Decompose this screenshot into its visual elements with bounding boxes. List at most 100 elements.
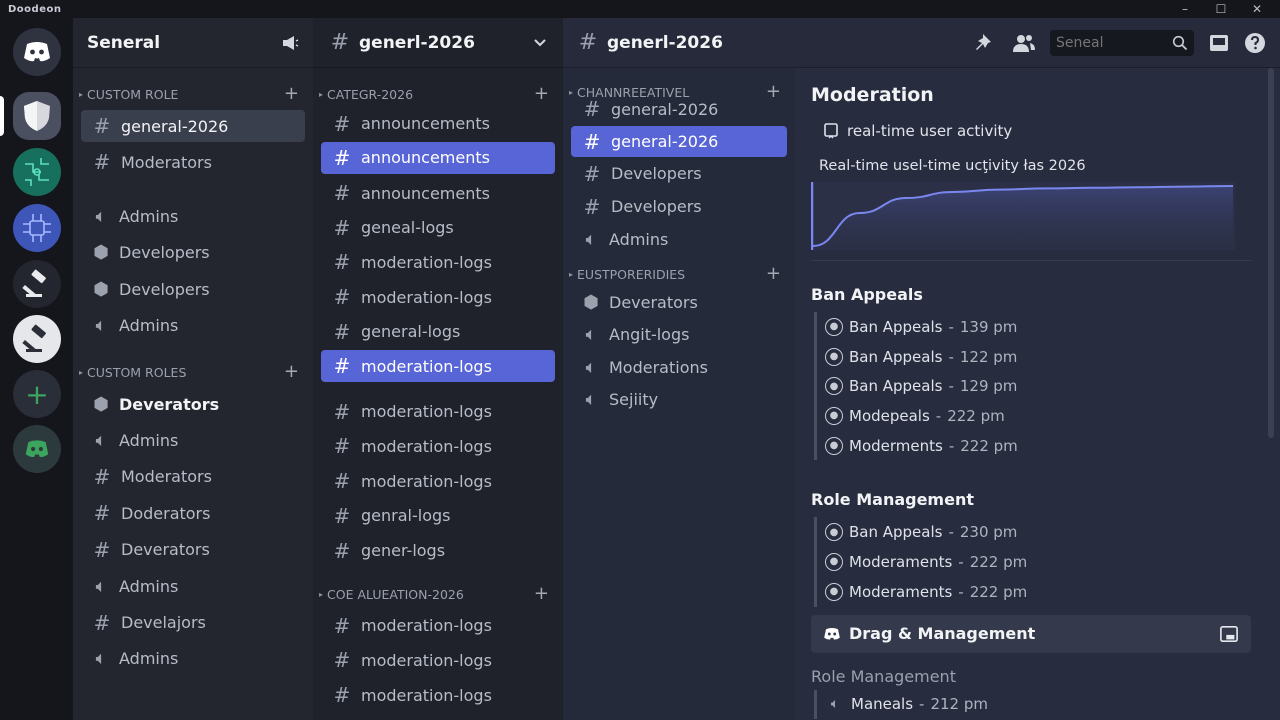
channel-item[interactable]: ⬢ Developers	[81, 235, 305, 272]
add-channel-icon[interactable]: +	[534, 585, 549, 603]
log-entry[interactable]: ● Ban Appeals - 122 pm	[825, 342, 1251, 372]
add-channel-icon[interactable]: +	[766, 83, 781, 101]
category-coe-alueation[interactable]: ▸ Coe Alueation-2026 +	[313, 582, 563, 606]
speaker-icon: 🔈︎	[95, 575, 107, 597]
channel-item[interactable]: ⬢ Deverators	[571, 286, 787, 319]
gavel-light-server-icon[interactable]	[13, 315, 61, 363]
channel-item[interactable]: # moderation-logs	[321, 350, 555, 383]
add-channel-icon[interactable]: +	[534, 85, 549, 103]
server-header[interactable]: Seneral	[73, 18, 313, 68]
chip-server-icon[interactable]	[13, 204, 61, 252]
scrollbar[interactable]	[1268, 68, 1274, 438]
channel-item[interactable]: # Developers	[571, 190, 787, 223]
channel-item[interactable]: # moderation-logs	[321, 678, 555, 713]
log-entry[interactable]: ● Modepeals - 222 pm	[825, 401, 1251, 431]
members-icon[interactable]	[1012, 33, 1036, 53]
channel-item[interactable]: 🔈︎ Moderations	[571, 351, 787, 384]
log-entry[interactable]: ● Ban Appeals - 129 pm	[825, 371, 1251, 401]
server-rail: +	[0, 18, 73, 720]
app-window: Doodeon – ☐ ✕ + Seneral ▸ CUSTOM ROLE + …	[0, 0, 1280, 720]
log-entry[interactable]: ● Moderments - 222 pm	[825, 431, 1251, 461]
channel-item[interactable]: # genral-logs	[321, 499, 555, 534]
tablet-icon	[823, 123, 839, 139]
channel-item[interactable]: # Doderators	[81, 495, 305, 531]
role-management-title: Role Management	[811, 490, 974, 510]
channel-item[interactable]: 🔈︎ Admins	[81, 641, 305, 677]
channel-item[interactable]: # moderation-logs	[321, 280, 555, 315]
log-entry[interactable]: 🔈︎ Maneals - 212 pm	[825, 690, 1251, 720]
channel-header[interactable]: # generl-2026	[313, 18, 563, 68]
channel-item[interactable]: ⬢ Deverators	[81, 386, 305, 422]
add-server-icon[interactable]: +	[13, 370, 61, 418]
channel-item[interactable]: # Moderators	[81, 146, 305, 178]
search-input[interactable]	[1056, 34, 1166, 51]
category-eustporeridies[interactable]: ▸ Eustporeridies +	[563, 262, 795, 286]
drag-management-row[interactable]: Drag & Management	[811, 614, 1251, 653]
log-entry[interactable]: ● Moderaments - 222 pm	[825, 547, 1251, 577]
channel-item[interactable]: # gener-logs	[321, 533, 555, 568]
channel-item[interactable]: # moderation-logs	[321, 608, 555, 643]
channel-label: Moderations	[609, 357, 708, 377]
channel-item[interactable]: # moderation-logs	[321, 245, 555, 280]
search-box[interactable]	[1050, 29, 1194, 56]
shield-server-icon[interactable]	[13, 92, 61, 140]
category-custom-role[interactable]: ▸ Custom Role +	[73, 82, 313, 106]
hash-icon: #	[330, 30, 350, 55]
channel-item[interactable]: # Developers	[571, 157, 787, 190]
channel-label: Admins	[609, 230, 669, 249]
channel-item[interactable]: # moderation-logs	[321, 464, 555, 499]
close-button[interactable]: ✕	[1250, 2, 1264, 16]
entry-separator: -	[948, 347, 954, 366]
help-icon[interactable]	[1244, 32, 1266, 54]
channel-item[interactable]: # general-logs	[321, 314, 555, 349]
category-custom-roles[interactable]: ▸ Custom Roles +	[73, 360, 313, 384]
channel-item[interactable]: ⬢ Developers	[81, 271, 305, 308]
channel-item[interactable]: # geneal-logs	[321, 210, 555, 245]
channel-item[interactable]: # announcements	[321, 176, 555, 211]
channel-item[interactable]: 🔈︎ Admins	[571, 223, 787, 256]
channel-item[interactable]: 🔈︎ Angit-logs	[571, 319, 787, 352]
category-label: Categr-2026	[327, 86, 414, 102]
activity-row[interactable]: real-time user activity	[811, 122, 1251, 140]
channel-item[interactable]: 🔈︎ Admins	[81, 568, 305, 604]
channel-item[interactable]: # general-2026	[571, 126, 787, 157]
log-entry[interactable]: ● Moderaments - 222 pm	[825, 577, 1251, 607]
hash-icon: #	[333, 319, 351, 344]
inbox-icon[interactable]	[1208, 33, 1230, 53]
chevron-down-icon[interactable]	[533, 38, 547, 48]
add-channel-icon[interactable]: +	[284, 363, 299, 381]
channel-label: moderation-logs	[361, 471, 492, 491]
channel-header-title: generl-2026	[359, 32, 475, 53]
channel-item[interactable]: # general-2026	[571, 97, 787, 121]
add-channel-icon[interactable]: +	[766, 265, 781, 283]
circuit-server-icon[interactable]	[13, 148, 61, 196]
channel-item[interactable]: # announcements	[321, 141, 555, 174]
add-channel-icon[interactable]: +	[284, 85, 299, 103]
channel-item[interactable]: 🔈︎ Admins	[81, 308, 305, 345]
channel-item[interactable]: 🔈︎ Admins	[81, 198, 305, 235]
log-entry[interactable]: ● Ban Appeals - 139 pm	[825, 312, 1251, 342]
megaphone-icon[interactable]	[281, 35, 299, 51]
gavel-server-icon[interactable]	[13, 260, 61, 308]
channel-item[interactable]: # general-2026	[81, 110, 305, 142]
home-discord-icon[interactable]	[13, 28, 61, 76]
channel-item[interactable]: 🔈︎ Admins	[81, 422, 305, 458]
channel-item[interactable]: # announcements	[321, 107, 555, 141]
channel-item[interactable]: # moderation-logs	[321, 429, 555, 464]
maximize-button[interactable]: ☐	[1214, 2, 1228, 16]
channel-item[interactable]: # moderation-logs	[321, 394, 555, 429]
channel-item[interactable]: # Deverators	[81, 532, 305, 568]
search-icon[interactable]	[1172, 35, 1188, 51]
log-entry[interactable]: ● Ban Appeals - 230 pm	[825, 517, 1251, 547]
channel-item[interactable]: # Develajors	[81, 604, 305, 640]
entry-time: 222 pm	[969, 582, 1028, 601]
category-categr[interactable]: ▸ Categr-2026 +	[313, 82, 563, 106]
discover-discord-icon[interactable]	[13, 425, 61, 473]
channel-item[interactable]: 🔈︎ Sejiity	[571, 384, 787, 417]
minimize-button[interactable]: –	[1178, 2, 1192, 16]
inbox-icon[interactable]	[1219, 625, 1239, 643]
hash-icon: #	[578, 30, 598, 55]
pin-icon[interactable]	[974, 32, 998, 54]
channel-item[interactable]: # moderation-logs	[321, 643, 555, 678]
channel-item[interactable]: # Moderators	[81, 459, 305, 495]
